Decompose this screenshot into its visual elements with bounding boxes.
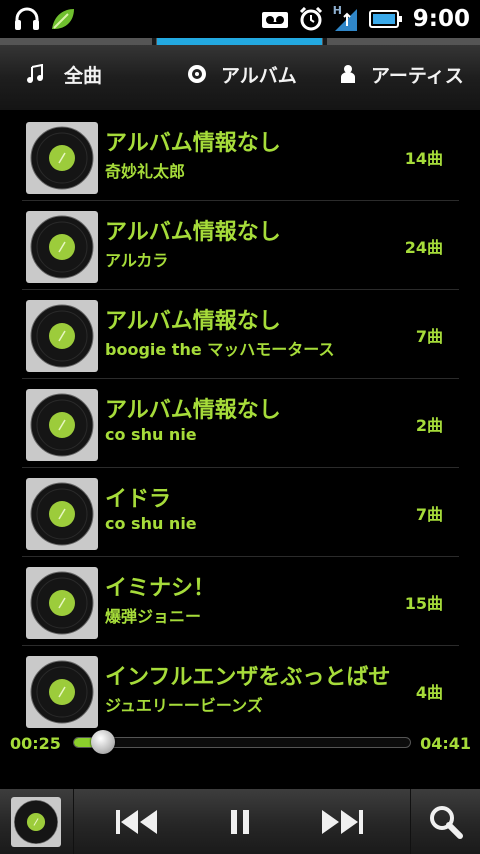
pause-icon [229,809,251,835]
next-button[interactable] [305,789,379,854]
album-art-placeholder [11,796,61,847]
tab-label: アルバム [221,64,297,87]
tab-bar: 全曲 アルバム アーティス [0,38,480,110]
vinyl-record-icon [30,571,94,635]
vinyl-record-icon [30,482,94,546]
album-art-placeholder [26,211,98,283]
skip-previous-icon [115,809,159,835]
album-title: インフルエンザをぶっとばせ [105,665,391,690]
control-divider [73,789,74,854]
album-artist: アルカラ [105,251,169,270]
network-type-label: H [332,4,342,17]
playback-controls [0,789,480,854]
list-item[interactable]: イドラ co shu nie 7曲 [22,468,459,557]
seek-bar[interactable] [73,737,411,748]
vinyl-record-icon [30,660,94,724]
album-title: アルバム情報なし [105,131,281,156]
leaf-app-icon [50,7,76,31]
tab-divider [152,38,156,45]
track-count: 7曲 [415,327,443,346]
list-item[interactable]: アルバム情報なし 奇妙礼太郎 14曲 [22,112,459,201]
clock: 9:00 [412,6,470,32]
list-item[interactable]: アルバム情報なし boogie the マッハモータース 7曲 [22,290,459,379]
album-art-placeholder [26,300,98,372]
tab-divider [323,38,327,45]
track-count: 24曲 [404,238,443,257]
voicemail-icon [261,7,289,31]
signal-h-icon: H [332,4,359,32]
album-art-placeholder [26,478,98,550]
vinyl-record-icon [14,799,58,844]
pause-button[interactable] [203,789,277,854]
headphones-icon [14,7,40,31]
total-time: 04:41 [420,734,471,753]
track-count: 2曲 [415,416,443,435]
search-button[interactable] [411,789,480,854]
track-count: 4曲 [415,683,443,702]
album-title: イミナシ！ [105,576,216,601]
alarm-clock-icon [299,7,323,31]
album-artist: co shu nie [105,425,197,444]
search-icon [429,805,463,839]
album-artist: 奇妙礼太郎 [105,162,186,181]
vinyl-record-icon [30,215,94,279]
album-title: アルバム情報なし [105,309,281,334]
list-item[interactable]: アルバム情報なし co shu nie 2曲 [22,379,459,468]
tab-label: 全曲 [64,64,103,87]
album-list: アルバム情報なし 奇妙礼太郎 14曲 アルバム情報なし アルカラ 24曲 アルバ… [22,112,459,734]
album-artist: boogie the マッハモータース [105,340,335,359]
album-art-placeholder [26,567,98,639]
tab-label: アーティス [371,64,464,87]
album-artist: ジュエリーービーンズ [105,696,263,715]
music-note-icon [26,64,44,84]
vinyl-record-icon [30,393,94,457]
list-item[interactable]: アルバム情報なし アルカラ 24曲 [22,201,459,290]
tab-selected-indicator [157,38,322,45]
list-item[interactable]: イミナシ！ 爆弾ジョニー 15曲 [22,557,459,646]
battery-icon [368,8,403,30]
person-icon [339,64,357,84]
vinyl-record-icon [30,304,94,368]
album-art-placeholder [26,122,98,194]
playback-progress: 00:25 04:41 [0,726,480,762]
track-count: 7曲 [415,505,443,524]
album-title: アルバム情報なし [105,220,281,245]
track-count: 14曲 [404,149,443,168]
status-bar: H 9:00 [0,0,480,38]
list-item[interactable]: インフルエンザをぶっとばせ ジュエリーービーンズ 4曲 [22,646,459,734]
album-art-placeholder [26,389,98,461]
album-title: イドラ [105,487,172,512]
previous-button[interactable] [100,789,174,854]
tab-albums[interactable]: アルバム [187,54,297,94]
track-count: 15曲 [404,594,443,613]
album-artist: 爆弾ジョニー [105,607,202,626]
album-artist: co shu nie [105,514,197,533]
seek-bar-thumb[interactable] [91,730,116,754]
album-title: アルバム情報なし [105,398,281,423]
album-art-placeholder [26,656,98,728]
skip-next-icon [320,809,364,835]
tab-artists[interactable]: アーティス [339,54,464,94]
tab-all-songs[interactable]: 全曲 [26,54,102,94]
album-disc-icon [187,64,207,84]
elapsed-time: 00:25 [10,734,61,753]
vinyl-record-icon [30,126,94,190]
now-playing-thumbnail[interactable] [0,789,72,854]
